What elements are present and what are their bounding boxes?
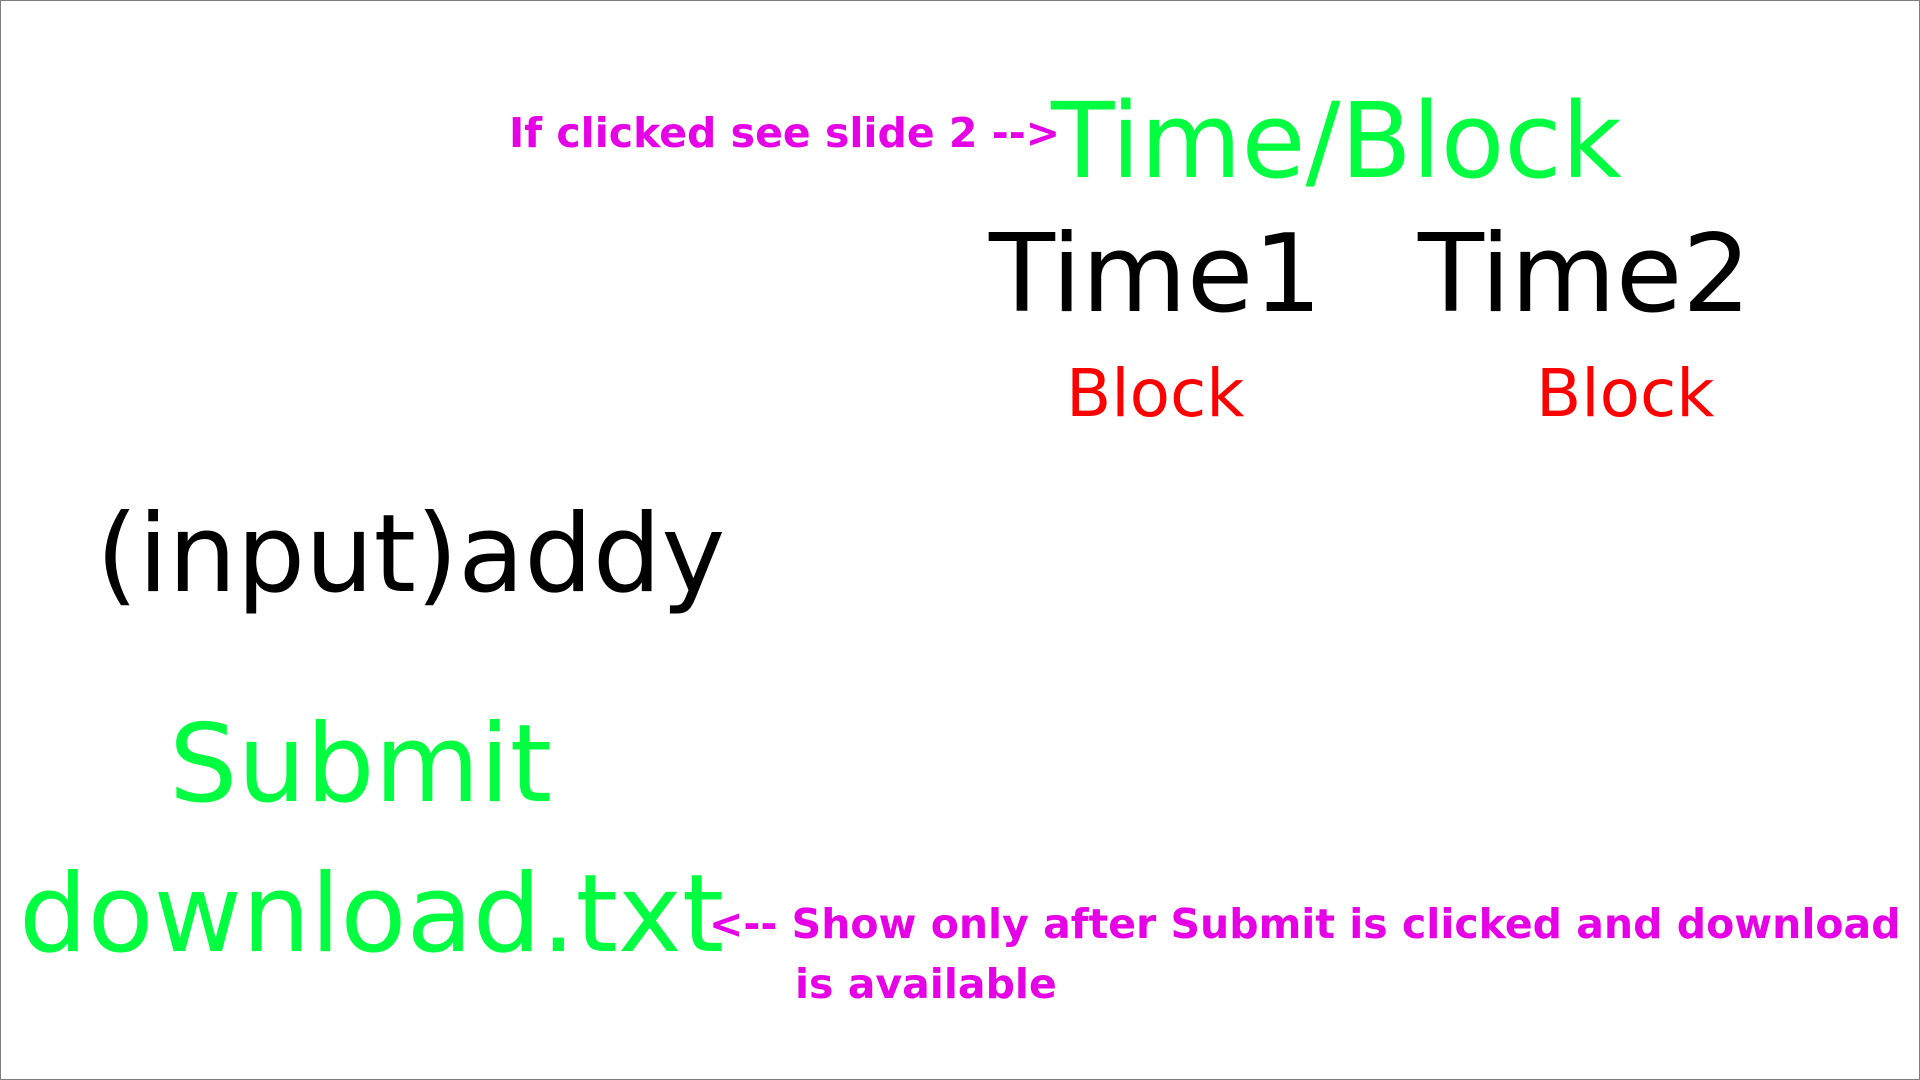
download-link[interactable]: download.txt bbox=[19, 861, 724, 969]
time2-header: Time2 bbox=[1418, 212, 1752, 337]
annotation-download-note-line2: is available bbox=[795, 960, 1057, 1008]
annotation-slide2-note: If clicked see slide 2 --> bbox=[509, 109, 1061, 157]
addy-input[interactable]: (input)addy bbox=[96, 501, 725, 609]
wireframe-slide: If clicked see slide 2 --> Time/Block Ti… bbox=[0, 0, 1920, 1080]
block-button-time2[interactable]: Block bbox=[1536, 361, 1715, 427]
time-block-link[interactable]: Time/Block bbox=[1051, 89, 1622, 193]
annotation-download-note: <-- Show only after Submit is clicked an… bbox=[709, 894, 1901, 1014]
block-button-time1[interactable]: Block bbox=[1066, 361, 1245, 427]
annotation-download-note-line1: <-- Show only after Submit is clicked an… bbox=[709, 900, 1901, 948]
time1-header: Time1 bbox=[989, 212, 1323, 337]
submit-button[interactable]: Submit bbox=[169, 711, 552, 819]
